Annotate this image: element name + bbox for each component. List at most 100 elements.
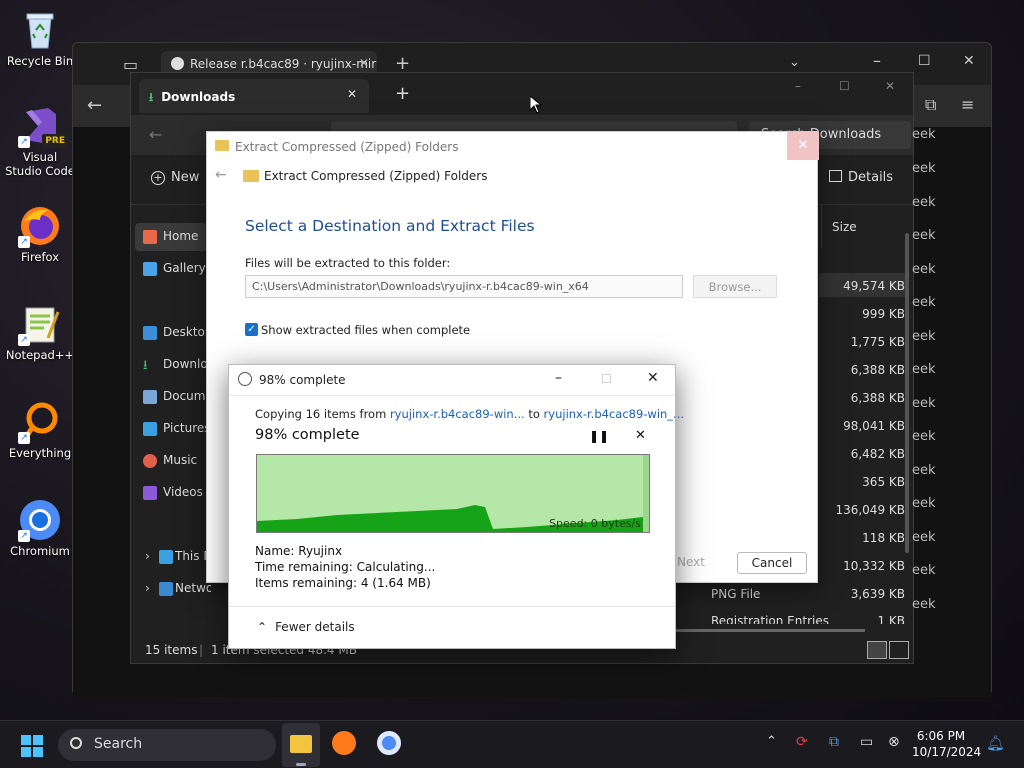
details-view-icon[interactable] [867,641,887,659]
sidebar-item-label: Music [163,453,198,467]
shortcut-arrow-icon: ↗ [18,236,30,248]
details-pane-icon [829,170,842,182]
sidebar-item-desktop[interactable]: Desktop [135,319,207,347]
cancel-copy-button[interactable]: ✕ [635,428,646,443]
sidebar-item-pictures[interactable]: Pictures [135,415,207,443]
details-button[interactable]: Details [829,170,893,185]
sidebar-item-network[interactable]: › Network [135,575,211,603]
file-explorer-icon [290,735,312,753]
clock-icon [238,372,252,386]
menu-icon[interactable]: ≡ [961,95,974,114]
zip-folder-icon [215,140,229,151]
chevron-up-icon[interactable]: ⌃ [766,734,777,749]
next-button[interactable]: Next [677,552,739,574]
close-tab-icon[interactable]: ✕ [359,56,369,70]
minimize-icon[interactable]: – [873,51,881,70]
destination-path-input[interactable]: C:\Users\Administrator\Downloads\ryujinx… [245,275,683,298]
back-icon[interactable]: ← [87,95,102,116]
file-size: 3,639 KB [850,587,905,601]
desktop-icon-firefox[interactable]: ↗ Firefox [4,204,76,264]
maximize-icon[interactable]: ☐ [918,53,931,69]
new-tab-icon[interactable]: + [395,83,410,104]
close-dialog-button[interactable]: ✕ [787,132,819,160]
chevron-down-icon[interactable]: ⌄ [789,55,800,70]
sidebar-item-home[interactable]: Home [135,223,207,251]
new-button[interactable]: + New [151,170,199,185]
sidebar-item-gallery[interactable]: Gallery [135,255,207,283]
browse-button[interactable]: Browse... [693,275,777,298]
back-arrow-icon[interactable]: ← [215,167,227,183]
details-label: Details [848,170,894,185]
vertical-scrollbar[interactable] [905,233,909,553]
shortcut-arrow-icon: ↗ [18,530,30,542]
date-fragment: eek [912,161,936,176]
shortcut-arrow-icon: ↗ [18,334,30,346]
desktop-icon-recycle-bin[interactable]: Recycle Bin [4,8,76,68]
monitor-icon[interactable]: ▭ [860,734,873,750]
close-icon[interactable]: ✕ [647,370,659,386]
taskbar-firefox[interactable] [332,731,356,755]
pause-button[interactable]: ❚❚ [589,429,609,443]
date-fragment: eek [912,127,936,142]
sidebar-item-music[interactable]: Music [135,447,207,475]
taskbar-chromium[interactable] [377,731,401,755]
sidebar-item-videos[interactable]: Videos [135,479,207,507]
taskbar-file-explorer[interactable] [282,723,320,767]
explorer-tab-downloads[interactable]: ⭳ Downloads ✕ [139,79,369,113]
device-icon[interactable]: ⧉ [829,734,839,750]
extensions-icon[interactable]: ⧉ [925,95,936,115]
sidebar-item-label: Gallery [163,261,206,275]
file-size: 1,775 KB [850,335,905,349]
desktop-icon-everything[interactable]: ↗ Everything [4,400,76,460]
time-remaining-row: Time remaining: Calculating... [255,560,435,574]
source-link[interactable]: ryujinx-r.b4cac89-win... [390,407,525,421]
maximize-icon[interactable]: ☐ [839,79,850,93]
progress-heading: 98% complete [255,427,360,443]
taskbar-search[interactable]: Search [58,729,276,761]
start-button[interactable] [20,734,44,758]
tiles-view-icon[interactable] [889,641,909,659]
desktop-icon-chromium[interactable]: ↗ Chromium [4,498,76,558]
fewer-details-button[interactable]: ⌃ Fewer details [257,620,355,634]
browser-tab-title: Release r.b4cac89 · ryujinx-mirr [190,57,377,71]
close-window-icon[interactable]: ✕ [963,53,975,69]
show-files-label: Show extracted files when complete [261,323,471,337]
desktop-icon [143,326,157,340]
sync-icon[interactable]: ⟳ [796,734,808,750]
clock-date[interactable]: 10/17/2024 [912,745,981,759]
close-tab-icon[interactable]: ✕ [347,87,357,101]
minimize-icon[interactable]: – [795,79,801,93]
chevron-right-icon: › [145,549,150,563]
date-fragment: eek [912,429,936,444]
sidebar-item-this-pc[interactable]: ›This PC [135,543,211,571]
file-type: PNG File [711,587,761,601]
copy-progress-dialog: 98% complete – ☐ ✕ Copying 16 items from… [228,364,684,649]
github-icon [171,57,184,70]
dialog-caption-text: Extract Compressed (Zipped) Folders [235,140,459,154]
name-label: Name: [255,544,295,558]
show-files-checkbox[interactable]: ✓ [245,323,258,336]
cancel-button[interactable]: Cancel [737,552,807,574]
desktop-icon-notepadpp[interactable]: ↗ Notepad++ [4,302,76,362]
size-column-header[interactable]: Size [821,205,905,249]
sidebar-item-documents[interactable]: Documents [135,383,207,411]
close-window-icon[interactable]: ✕ [885,79,895,93]
mouse-cursor-icon [529,94,543,117]
notification-bell-icon[interactable]: 🔔︎ [986,734,1005,752]
file-size: 118 KB [862,531,905,545]
desktop-icon-label: Notepad++ [5,348,75,362]
volume-muted-icon[interactable]: ⊗ [888,734,900,750]
chromium-icon: ↗ [18,498,62,542]
clock-time[interactable]: 6:06 PM [915,729,967,743]
new-tab-icon[interactable]: + [395,53,410,74]
horizontal-scrollbar[interactable] [671,629,865,632]
back-icon[interactable]: ← [149,125,162,144]
minimize-icon[interactable]: – [555,370,562,386]
download-icon: ⭳ [149,90,154,104]
items-label: Items remaining: [255,576,358,590]
sidebar-item-downloads[interactable]: ⭳ Downloads [135,351,207,379]
desktop-icon-vscode[interactable]: PRE ↗ Visual Studio Code [4,104,76,178]
progress-window-title: 98% complete [259,373,346,387]
destination-link[interactable]: ryujinx-r.b4cac89-win_... [544,407,684,421]
shortcut-arrow-icon: ↗ [18,136,30,148]
